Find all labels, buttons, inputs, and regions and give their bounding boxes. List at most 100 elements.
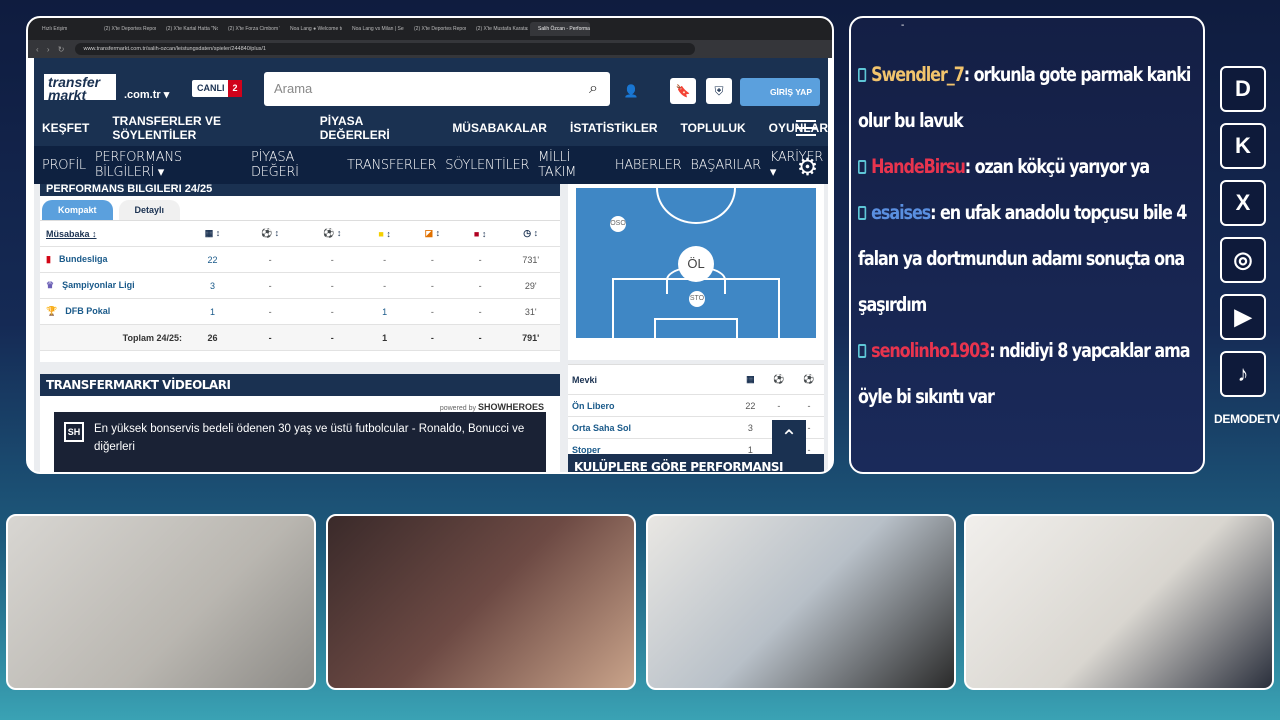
user-search-icon[interactable]: 👤: [618, 78, 644, 104]
menu-icon[interactable]: [796, 120, 816, 136]
chat-badge-icon: [858, 160, 867, 174]
nav-item-competitions[interactable]: MÜSABAKALAR: [452, 121, 547, 135]
position-dot-main: ÖL: [678, 246, 714, 282]
live-count: 2: [228, 80, 242, 97]
video-player[interactable]: SH En yüksek bonservis bedeli ödenen 30 …: [54, 412, 546, 472]
nav-item-community[interactable]: TOPLULUK: [681, 121, 746, 135]
col-competition[interactable]: Müsabaka ↕: [40, 220, 186, 247]
apps-value[interactable]: 22: [186, 246, 239, 273]
table-row: Ön Libero 22- -: [568, 394, 824, 417]
competition-link[interactable]: ♛ Şampiyonlar Ligi: [40, 272, 186, 299]
total-label: Toplam 24/25:: [40, 324, 186, 351]
apps-value[interactable]: 3: [186, 272, 239, 299]
total-assists: -: [301, 324, 364, 351]
assists-value: -: [301, 272, 364, 299]
goals-value: -: [238, 246, 302, 273]
instagram-icon[interactable]: ◎: [1220, 237, 1266, 283]
kick-icon[interactable]: K: [1220, 123, 1266, 169]
competition-link[interactable]: ▮ Bundesliga: [40, 246, 186, 273]
webcam-feed: [326, 514, 636, 690]
browser-tab-active[interactable]: Salih Özcan - Performans: [530, 22, 590, 36]
subnav-performance[interactable]: PERFORMANS BİLGİLERİ ▾: [95, 150, 242, 180]
transfermarkt-logo[interactable]: transfer markt: [42, 72, 118, 102]
chat-badge-icon: [858, 68, 867, 82]
url-input[interactable]: www.transfermarkt.com.tr/salih-ozcan/lei…: [75, 43, 696, 55]
total-yellowred: -: [405, 324, 459, 351]
login-button[interactable]: GİRİŞ YAP: [740, 78, 820, 106]
minutes-value: 31': [501, 298, 560, 325]
table-row: ▮ Bundesliga 22 - - - - - 731': [40, 246, 560, 273]
subnav-transfers[interactable]: TRANSFERLER: [347, 158, 437, 173]
domain-selector[interactable]: .com.tr ▾: [124, 88, 169, 101]
browser-tab[interactable]: Hızlı Erişim: [34, 22, 94, 36]
tiktok-icon[interactable]: ♪: [1220, 351, 1266, 397]
nav-arrows-icon[interactable]: ‹ › ↻: [36, 45, 67, 54]
position-apps: 22: [736, 394, 764, 417]
nav-item-statistics[interactable]: İSTATİSTİKLER: [570, 121, 658, 135]
webcam-feed: [964, 514, 1274, 690]
browser-tab[interactable]: (2) X'te Deportes Report: [96, 22, 156, 36]
position-assists: -: [793, 394, 824, 417]
red-card-icon[interactable]: ■ ↕: [458, 220, 502, 247]
apps-value[interactable]: 1: [186, 298, 239, 325]
scroll-to-top-button[interactable]: ⌃: [772, 420, 806, 454]
browser-tab[interactable]: (2) X'te Forza Cimbom "I: [220, 22, 280, 36]
position-name: Ön Libero: [568, 394, 737, 417]
subnav-rumours[interactable]: SÖYLENTİLER: [445, 158, 529, 173]
chat-overlay: - Swendler_7: orkunla gote parmak kanki …: [849, 16, 1205, 474]
clock-icon[interactable]: ◷ ↕: [501, 220, 560, 247]
performance-table: Müsabaka ↕ ▦ ↕ ⚽ ↕ ⚽ ↕ ■ ↕ ◪ ↕ ■ ↕ ◷ ↕ ▮…: [40, 220, 560, 351]
browser-tab[interactable]: (2) X'te Deportes Report: [406, 22, 466, 36]
browser-tab[interactable]: Noa Lang vs Milan | Serie: [344, 22, 404, 36]
tab-compact[interactable]: Kompakt: [42, 200, 113, 220]
subnav-news[interactable]: HABERLER: [615, 158, 682, 173]
chat-username: senolinho1903: [871, 339, 990, 362]
subnav-market-value[interactable]: PİYASA DEĞERİ: [251, 150, 338, 180]
yellow-red-card-icon[interactable]: ◪ ↕: [405, 220, 459, 247]
position-apps: 3: [736, 416, 764, 439]
tab-detailed[interactable]: Detaylı: [118, 200, 181, 220]
x-icon[interactable]: X: [1220, 180, 1266, 226]
yellow-card-icon[interactable]: ■ ↕: [363, 220, 406, 247]
assists-icon[interactable]: ⚽ ↕: [301, 220, 364, 247]
red-value: -: [458, 246, 502, 273]
table-row: 🏆 DFB Pokal 1 - - 1 - - 31': [40, 298, 560, 325]
chat-message: Swendler_7: orkunla gote parmak kanki ol…: [858, 52, 1202, 144]
col-position: Mevki: [568, 364, 737, 395]
left-column: PERFORMANS BİLGİLERİ 24/25 Kompakt Detay…: [40, 184, 560, 472]
dlive-icon[interactable]: D: [1220, 66, 1266, 112]
browser-tab[interactable]: Noa Lang ● Welcome to: [282, 22, 342, 36]
minutes-value: 731': [501, 246, 560, 273]
browser-tab[interactable]: (2) X'te Mustafa Karataş: [468, 22, 528, 36]
competition-name: Bundesliga: [58, 254, 108, 264]
search-input[interactable]: Arama ⌕: [264, 72, 610, 106]
nav-item-kesfet[interactable]: KEŞFET: [42, 121, 89, 135]
yellow-value: 1: [363, 298, 406, 325]
competition-link[interactable]: 🏆 DFB Pokal: [40, 298, 186, 325]
nav-item-transfers[interactable]: TRANSFERLER VE SÖYLENTİLER: [112, 114, 296, 142]
football-pitch: OSO ÖL STO: [576, 188, 816, 338]
nav-item-market-values[interactable]: PİYASA DEĞERLERİ: [320, 114, 430, 142]
bookmark-icon[interactable]: 🔖: [670, 78, 696, 104]
search-icon[interactable]: ⌕: [589, 72, 598, 106]
browser-tab[interactable]: (2) X'te Kartal Hatta "Nou: [158, 22, 218, 36]
shield-icon[interactable]: ⛨: [706, 78, 732, 104]
apps-icon[interactable]: ▦ ↕: [186, 220, 239, 247]
goals-icon[interactable]: ⚽ ↕: [238, 220, 302, 247]
performance-title: PERFORMANS BİLGİLERİ 24/25: [40, 184, 560, 196]
subnav-achievements[interactable]: BAŞARILAR: [690, 158, 761, 173]
live-button[interactable]: CANLI 2: [192, 80, 242, 97]
total-goals: -: [238, 324, 302, 351]
main-nav: KEŞFET TRANSFERLER VE SÖYLENTİLER PİYASA…: [34, 110, 828, 146]
chat-message: esaises: en ufak anadolu topçusu bile 4 …: [858, 190, 1202, 328]
gear-icon[interactable]: ⚙: [797, 153, 819, 181]
youtube-icon[interactable]: ▶: [1220, 294, 1266, 340]
total-apps: 26: [186, 324, 239, 351]
yellowred-value: -: [405, 246, 459, 273]
position-goals: -: [763, 394, 794, 417]
subnav-national-team[interactable]: MİLLİ TAKIM: [538, 150, 606, 180]
bundesliga-logo-icon: ▮: [46, 254, 51, 264]
subnav-profile[interactable]: PROFİL: [42, 158, 86, 173]
chat-username: Swendler_7: [871, 63, 965, 86]
competition-name: DFB Pokal: [65, 306, 111, 316]
